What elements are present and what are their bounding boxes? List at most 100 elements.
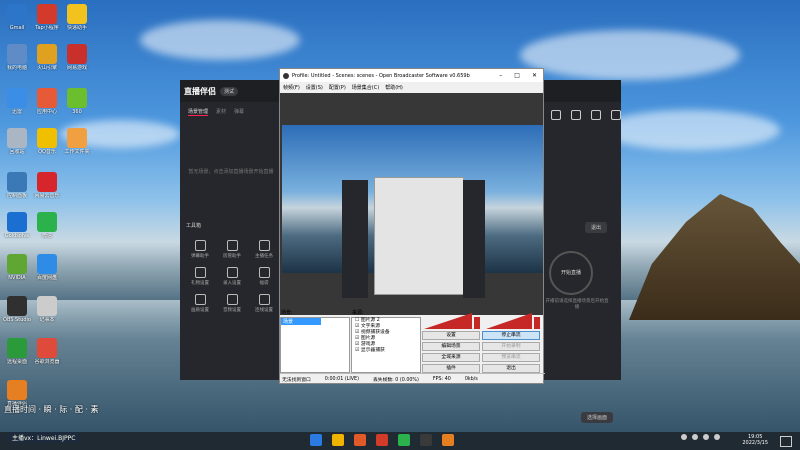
tool-item[interactable]: 弹幕助手 xyxy=(184,240,216,259)
rock xyxy=(629,194,800,320)
taskbar-app-icon[interactable] xyxy=(310,434,322,446)
tool-label: 福袋 xyxy=(259,281,269,286)
source-item[interactable]: ☑ 显示器捕获 xyxy=(352,348,420,354)
start-live-button[interactable]: 开始直播 xyxy=(549,251,593,295)
app-icon xyxy=(37,4,57,24)
tool-label: 音频设置 xyxy=(223,308,241,313)
app-icon xyxy=(7,44,27,64)
taskbar-app-icon[interactable] xyxy=(332,434,344,446)
exit-button[interactable]: 退出 xyxy=(585,222,608,233)
tool-label: 主播任务 xyxy=(255,254,273,259)
scene-item[interactable]: 场景 xyxy=(281,318,321,325)
menu-item[interactable]: 配置(P) xyxy=(329,84,346,91)
scenes-label: 场景: xyxy=(281,310,293,316)
tool-icon xyxy=(194,240,206,251)
desktop-icon-label: 网易游戏 xyxy=(66,65,87,71)
status-window: 无法找到窗口 xyxy=(282,377,311,383)
tool-item[interactable]: 礼物设置 xyxy=(184,267,216,286)
menu-item[interactable]: 帮助(H) xyxy=(385,84,403,91)
lock-icon[interactable] xyxy=(551,110,561,120)
tab-danmaku[interactable]: 弹幕 xyxy=(234,108,244,116)
tab-scenes[interactable]: 场景管理 xyxy=(188,108,209,116)
app-icon xyxy=(67,88,87,108)
desktop-volume-meter xyxy=(486,313,532,329)
desktop-icon-label: 网易云音乐 xyxy=(34,193,60,199)
stop-stream-button[interactable]: 停止串流 xyxy=(482,331,540,340)
tray-icon[interactable] xyxy=(703,434,709,440)
nested-live-window xyxy=(342,180,368,298)
settings-icon[interactable] xyxy=(571,110,581,120)
desktop-icon-label: 百度网盘 xyxy=(36,275,57,281)
select-frame-button[interactable]: 选择画面 xyxy=(581,412,614,423)
obs-preview[interactable] xyxy=(280,93,543,315)
desktop-icon[interactable]: 网易云音乐 xyxy=(28,172,66,199)
status-fps: FPS: 40 xyxy=(432,376,451,382)
desktop-icon[interactable]: 谷歌浏览器 xyxy=(28,338,66,365)
menu-icon[interactable] xyxy=(611,110,621,120)
preview-stream-button[interactable]: 预览串流 xyxy=(482,353,540,362)
desktop-icon[interactable]: 360 xyxy=(58,88,96,115)
taskbar-app-icon[interactable] xyxy=(376,434,388,446)
global-sources-button[interactable]: 全域来源 xyxy=(422,353,480,362)
tab-materials[interactable]: 素材 xyxy=(216,108,226,116)
menu-item[interactable]: 设置(S) xyxy=(306,84,323,91)
desktop-icon[interactable]: 直播伴侣 xyxy=(0,380,36,407)
preview-screen xyxy=(282,125,543,298)
tool-icon xyxy=(226,267,238,278)
taskbar-app-icon[interactable] xyxy=(398,434,410,446)
app-icon xyxy=(37,44,57,64)
taskbar-app-icon[interactable] xyxy=(442,434,454,446)
tool-item[interactable]: 主播任务 xyxy=(248,240,280,259)
audio-mixer[interactable] xyxy=(422,309,542,331)
tool-item[interactable]: 录入设置 xyxy=(216,267,248,286)
app-icon xyxy=(37,296,57,316)
toolbox-grid: 弹幕助手 房管助手 主播任务 礼物设置 录入设置 福袋 画质设置 音频设置 连线… xyxy=(184,240,280,313)
start-record-button[interactable]: 开始录制 xyxy=(482,342,540,351)
tray-icon[interactable] xyxy=(692,434,698,440)
desktop-icon[interactable]: 快递助手 xyxy=(58,4,96,31)
desktop-icon[interactable]: 百度网盘 xyxy=(28,254,66,281)
right-header xyxy=(541,80,621,102)
desktop-icon[interactable]: 工作文件夹 xyxy=(58,128,96,155)
live-header: 直播伴侣 测试 xyxy=(180,80,280,102)
menu-item[interactable]: 帧频(F) xyxy=(283,84,300,91)
tool-item[interactable]: 连线设置 xyxy=(248,294,280,313)
desktop-icon[interactable]: 记事本 xyxy=(28,296,66,323)
desktop-icon-label: 360 xyxy=(72,109,82,115)
tool-item[interactable]: 房管助手 xyxy=(216,240,248,259)
obs-title: Profile: Untitled - Scenes: scenes - Ope… xyxy=(292,72,470,79)
minimize-icon[interactable]: – xyxy=(499,72,502,79)
cloud xyxy=(520,30,740,80)
maximize-icon[interactable]: □ xyxy=(514,72,520,79)
edit-scene-button[interactable]: 编辑场景 xyxy=(422,342,480,351)
clock[interactable]: 19:05 2022/3/15 xyxy=(742,434,768,446)
volume-icon[interactable] xyxy=(714,434,720,440)
tray-icon[interactable] xyxy=(681,434,687,440)
sources-list[interactable]: ☐ 图片源 2 ☑ 文字来源 ☑ 视频捕获设备 ☑ 图片源 ☑ 游戏源 ☑ 显示… xyxy=(351,317,421,373)
settings-button[interactable]: 设置 xyxy=(422,331,480,340)
tool-item[interactable]: 福袋 xyxy=(248,267,280,286)
app-icon xyxy=(7,172,27,192)
desktop-icon[interactable]: 网易游戏 xyxy=(58,44,96,71)
app-icon xyxy=(7,128,27,148)
taskbar-app-icon[interactable] xyxy=(354,434,366,446)
bell-icon[interactable] xyxy=(591,110,601,120)
tool-label: 画质设置 xyxy=(191,308,209,313)
version-badge: 测试 xyxy=(220,86,239,96)
desktop-icon[interactable]: 微信 xyxy=(28,212,66,239)
menu-item[interactable]: 场景集合(C) xyxy=(352,84,379,91)
system-tray xyxy=(681,434,720,440)
taskbar-app-icon[interactable] xyxy=(420,434,432,446)
exit-button[interactable]: 退出 xyxy=(482,364,540,373)
plugins-button[interactable]: 插件 xyxy=(422,364,480,373)
notification-icon[interactable] xyxy=(780,436,792,447)
tool-item[interactable]: 画质设置 xyxy=(184,294,216,313)
tool-icon xyxy=(258,267,270,278)
tool-icon xyxy=(258,294,270,305)
close-icon[interactable]: ✕ xyxy=(532,72,537,79)
obs-window: Profile: Untitled - Scenes: scenes - Ope… xyxy=(279,68,545,384)
status-bitrate: 0kb/s xyxy=(464,376,478,382)
tool-label: 房管助手 xyxy=(223,254,241,259)
scenes-list[interactable]: 场景 xyxy=(280,317,350,373)
tool-item[interactable]: 音频设置 xyxy=(216,294,248,313)
